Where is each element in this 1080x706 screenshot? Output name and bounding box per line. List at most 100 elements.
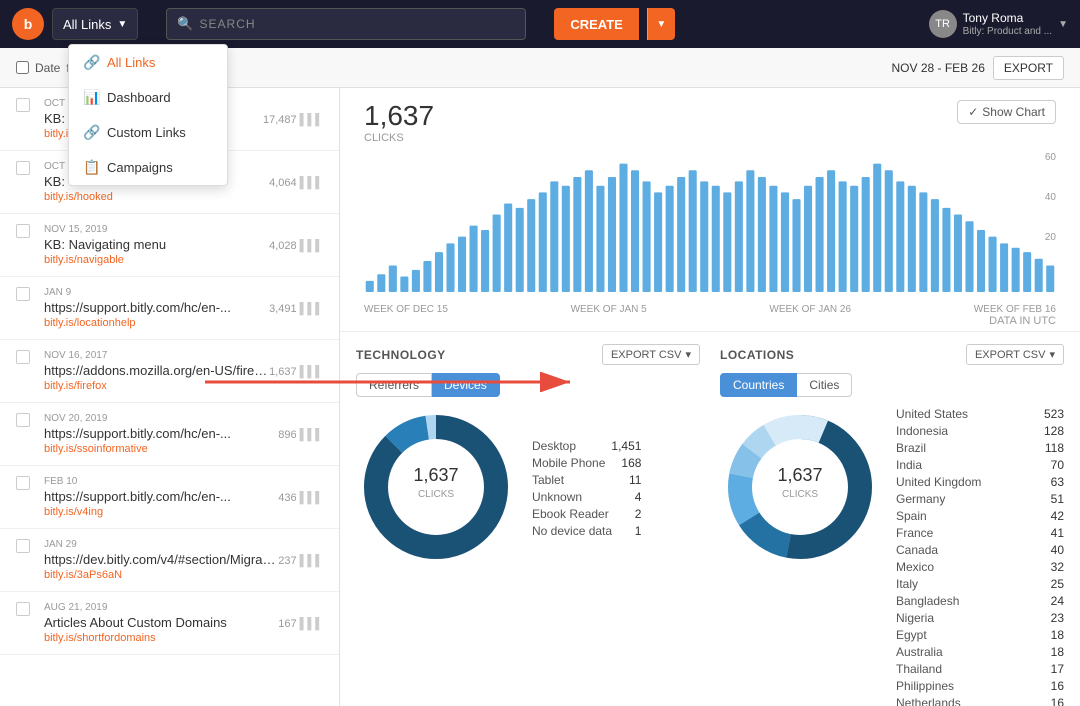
item-url[interactable]: bitly.is/navigable [44,254,323,266]
item-checkbox[interactable] [16,350,30,364]
dropdown-item-alllinks[interactable]: 🔗 All Links [69,45,227,80]
item-url[interactable]: bitly.is/v4ing [44,506,323,518]
chevron-down-icon: ▼ [656,19,666,30]
export-button[interactable]: EXPORT [993,56,1064,80]
dropdown-item-customlinks[interactable]: 🔗 Custom Links [69,115,227,150]
create-dropdown-button[interactable]: ▼ [647,8,675,40]
country-row: Egypt 18 [896,628,1064,642]
country-name: Canada [896,543,938,557]
item-title: https://support.bitly.com/hc/en-... [44,426,231,441]
date-range-text: NOV 28 - FEB 26 [892,61,985,75]
country-count: 40 [1051,543,1064,557]
technology-donut-row: 1,637 CLICKS Desktop1,451Mobile Phone168… [356,407,700,572]
country-count: 18 [1051,628,1064,642]
item-date: AUG 21, 2019 [44,602,323,613]
top-navigation: b All Links ▼ 🔍 SEARCH CREATE ▼ TR Tony … [0,0,1080,48]
country-name: Brazil [896,441,926,455]
create-button[interactable]: CREATE [554,8,638,40]
item-url[interactable]: bitly.is/hooked [44,191,323,203]
item-checkbox[interactable] [16,602,30,616]
item-title: https://dev.bitly.com/v4/#section/Migrat… [44,552,278,567]
technology-header: TECHNOLOGY EXPORT CSV ▾ [356,344,700,365]
device-name: Ebook Reader [532,507,609,521]
bar-chart-icon: ▌▌▌ [300,240,323,252]
dashboard-icon: 📊 [83,89,99,106]
dropdown-label-campaigns: Campaigns [107,160,173,175]
technology-panel: TECHNOLOGY EXPORT CSV ▾ Referrers Device… [356,344,700,706]
item-url[interactable]: bitly.is/3aPs6aN [44,569,323,581]
logo-button[interactable]: b [12,8,44,40]
user-menu[interactable]: TR Tony Roma Bitly: Product and ... ▼ [929,10,1068,38]
country-row: Australia18 [896,645,1064,659]
locations-content: 1,637 CLICKS United States523Indonesia12… [720,407,1064,706]
device-count: 1 [635,524,642,538]
item-checkbox[interactable] [16,476,30,490]
check-icon: ✓ [968,105,978,119]
device-count: 2 [635,507,642,521]
sidebar-item[interactable]: NOV 15, 2019 KB: Navigating menu 4,028 ▌… [0,214,339,277]
countries-list: United States523Indonesia128Brazil118Ind… [896,407,1064,706]
device-name: No device data [532,524,612,538]
country-name: United States [896,407,968,421]
locations-export-csv-button[interactable]: EXPORT CSV ▾ [966,344,1064,365]
device-row: Tablet11 [532,473,641,487]
link-icon: 🔗 [83,124,99,141]
country-count: 51 [1051,492,1064,506]
sidebar-item[interactable]: AUG 21, 2019 Articles About Custom Domai… [0,592,339,655]
item-checkbox[interactable] [16,287,30,301]
item-checkbox[interactable] [16,413,30,427]
country-row: United Kingdom63 [896,475,1064,489]
sidebar-item[interactable]: JAN 29 https://dev.bitly.com/v4/#section… [0,529,339,592]
user-name: Tony Roma [963,11,1053,27]
country-row: Thailand17 [896,662,1064,676]
svg-text:1,637: 1,637 [413,465,458,485]
svg-text:CLICKS: CLICKS [782,489,818,500]
item-checkbox[interactable] [16,539,30,553]
country-count: 32 [1051,560,1064,574]
sidebar-item[interactable]: NOV 20, 2019 https://support.bitly.com/h… [0,403,339,466]
item-stats: 4,064 ▌▌▌ [269,177,323,189]
locations-header: LOCATIONS EXPORT CSV ▾ [720,344,1064,365]
item-checkbox[interactable] [16,161,30,175]
search-placeholder: SEARCH [200,17,256,31]
country-count: 24 [1051,594,1064,608]
technology-export-csv-button[interactable]: EXPORT CSV ▾ [602,344,700,365]
device-list: Desktop1,451Mobile Phone168Tablet11Unkno… [532,439,641,541]
country-name: Australia [896,645,943,659]
locations-tabs: Countries Cities [720,373,1064,397]
item-url[interactable]: bitly.is/locationhelp [44,317,323,329]
svg-text:1,637: 1,637 [777,465,822,485]
chart-y-labels: 60 40 20 [1045,152,1056,272]
item-date: NOV 20, 2019 [44,413,323,424]
country-name: Thailand [896,662,942,676]
alllinks-dropdown[interactable]: All Links ▼ [52,8,138,40]
sidebar-item[interactable]: JAN 9 https://support.bitly.com/hc/en-..… [0,277,339,340]
item-title: KB: Navigating menu [44,237,166,252]
item-checkbox[interactable] [16,98,30,112]
date-range-display[interactable]: NOV 28 - FEB 26 EXPORT [892,56,1065,80]
item-url[interactable]: bitly.is/ssoinformative [44,443,323,455]
item-stats: 3,491 ▌▌▌ [269,303,323,315]
sidebar-item[interactable]: FEB 10 https://support.bitly.com/hc/en-.… [0,466,339,529]
dropdown-item-dashboard[interactable]: 📊 Dashboard [69,80,227,115]
item-stats: 17,487 ▌▌▌ [263,114,323,126]
country-name: Egypt [896,628,927,642]
bar-chart-icon: ▌▌▌ [300,618,323,630]
tab-cities[interactable]: Cities [797,373,852,397]
show-chart-button[interactable]: ✓ Show Chart [957,100,1056,124]
chart-svg [364,152,1056,292]
chart-x-labels: WEEK OF DEC 15 WEEK OF JAN 5 WEEK OF JAN… [340,304,1080,315]
item-url[interactable]: bitly.is/shortfordomains [44,632,323,644]
bar-chart-icon: ▌▌▌ [300,303,323,315]
country-row: United States523 [896,407,1064,421]
dropdown-item-campaigns[interactable]: 📋 Campaigns [69,150,227,185]
country-row: France41 [896,526,1064,540]
item-checkbox[interactable] [16,224,30,238]
tab-countries[interactable]: Countries [720,373,797,397]
country-count: 70 [1051,458,1064,472]
country-count: 42 [1051,509,1064,523]
search-bar[interactable]: 🔍 SEARCH [166,8,526,40]
technology-donut-chart: 1,637 CLICKS [356,407,516,572]
svg-text:CLICKS: CLICKS [418,489,454,500]
date-checkbox[interactable] [16,61,29,74]
